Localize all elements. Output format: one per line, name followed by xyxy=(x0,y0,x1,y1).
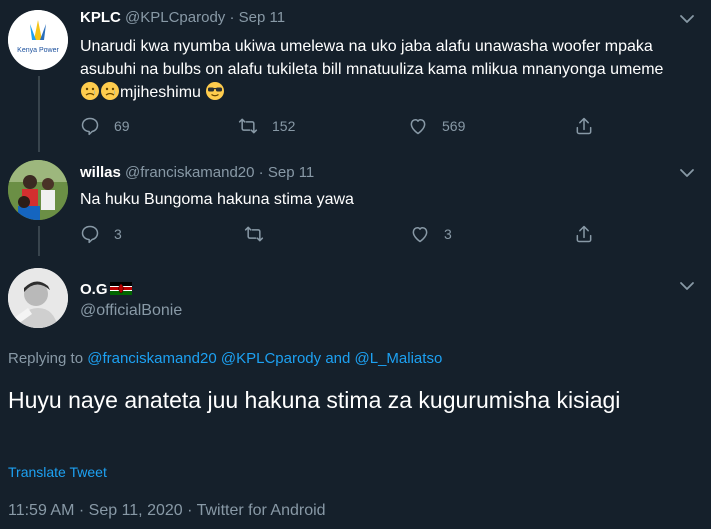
tweet2-actions: 3 3 xyxy=(80,224,640,246)
tweet-metadata: 11:59 AM · Sep 11, 2020 · Twitter for An… xyxy=(8,502,326,520)
avatar-og[interactable] xyxy=(8,268,68,328)
share-button[interactable] xyxy=(574,116,594,136)
tweet1-actions: 69 152 569 xyxy=(80,116,640,138)
tweet1-header: KPLC @KPLCparody · Sep 11 xyxy=(80,9,285,26)
like-count: 569 xyxy=(442,118,466,134)
chevron-down-icon[interactable] xyxy=(677,9,697,29)
tweet-body: Unarudi kwa nyumba ukiwa umelewa na uko … xyxy=(80,38,664,78)
sad-face-emoji-icon xyxy=(101,82,119,100)
chevron-down-icon[interactable] xyxy=(677,276,697,296)
like-icon xyxy=(412,227,428,243)
separator-dot: · xyxy=(78,502,85,519)
reply-icon xyxy=(81,117,99,136)
avatar-photo-icon xyxy=(8,160,68,220)
retweet-button[interactable]: 152 xyxy=(238,116,295,136)
separator-dot: · xyxy=(258,164,264,181)
like-count: 3 xyxy=(444,226,452,242)
display-name[interactable]: O.G xyxy=(80,281,108,298)
sad-face-emoji-icon xyxy=(81,82,99,100)
tweet-time[interactable]: 11:59 AM xyxy=(8,502,74,519)
like-icon xyxy=(410,119,426,135)
user-handle[interactable]: @KPLCparody xyxy=(125,9,225,26)
separator-dot: · xyxy=(187,502,193,519)
share-button[interactable] xyxy=(574,224,594,244)
sunglasses-emoji-icon xyxy=(206,82,225,100)
reply-count: 69 xyxy=(114,118,130,134)
chevron-down-icon[interactable] xyxy=(677,163,697,183)
avatar-photo-icon xyxy=(8,268,68,328)
kenya-flag-icon xyxy=(109,282,132,295)
retweet-button[interactable] xyxy=(244,224,264,244)
share-icon xyxy=(576,117,592,135)
avatar-kplc[interactable]: Kenya Power xyxy=(8,10,68,70)
display-name[interactable]: KPLC xyxy=(80,9,121,26)
user-handle[interactable]: @franciskamand20 xyxy=(125,164,254,181)
replying-to: Replying to @franciskamand20 @KPLCparody… xyxy=(8,350,442,367)
tweet-date[interactable]: Sep 11 xyxy=(239,9,285,26)
replying-prefix: Replying to xyxy=(8,350,84,367)
avatar-label: Kenya Power xyxy=(17,47,59,54)
tweet2-header: willas @franciskamand20 · Sep 11 xyxy=(80,164,314,181)
retweet-icon xyxy=(238,118,258,134)
tweet3-text: Huyu naye anateta juu hakuna stima za ku… xyxy=(8,387,621,413)
display-name[interactable]: willas xyxy=(80,164,121,181)
mention-link[interactable]: @KPLCparody xyxy=(221,350,321,367)
tweet-body-end: mjiheshimu xyxy=(120,84,201,101)
tweet1-text: Unarudi kwa nyumba ukiwa umelewa na uko … xyxy=(80,35,680,104)
tweet3-name-row: O.G xyxy=(80,281,132,298)
reply-icon xyxy=(81,225,99,244)
reply-count: 3 xyxy=(114,226,122,242)
tweet2-text: Na huku Bungoma hakuna stima yawa xyxy=(80,191,354,208)
retweet-count: 152 xyxy=(272,118,296,134)
avatar-willas[interactable] xyxy=(8,160,68,220)
thread-line xyxy=(38,226,40,256)
mention-link[interactable]: @franciskamand20 xyxy=(87,350,216,367)
thread-line xyxy=(38,76,40,152)
tweet-source[interactable]: Twitter for Android xyxy=(197,502,326,519)
kplc-logo-icon: Kenya Power xyxy=(8,10,68,70)
user-handle[interactable]: @officialBonie xyxy=(80,302,182,319)
mention-and[interactable]: and xyxy=(325,350,350,367)
reply-button[interactable]: 69 xyxy=(80,116,130,136)
like-button[interactable]: 3 xyxy=(410,224,452,244)
mention-link[interactable]: @L_Maliatso xyxy=(355,350,443,367)
tweet3-handle-row: @officialBonie xyxy=(80,302,182,320)
tweet-date[interactable]: Sep 11 xyxy=(268,164,314,181)
retweet-icon xyxy=(244,226,264,242)
share-icon xyxy=(576,225,592,243)
separator-dot: · xyxy=(229,9,235,26)
like-button[interactable]: 569 xyxy=(408,116,465,136)
tweet-full-date[interactable]: Sep 11, 2020 xyxy=(89,502,183,519)
translate-tweet-link[interactable]: Translate Tweet xyxy=(8,464,107,480)
reply-button[interactable]: 3 xyxy=(80,224,122,244)
